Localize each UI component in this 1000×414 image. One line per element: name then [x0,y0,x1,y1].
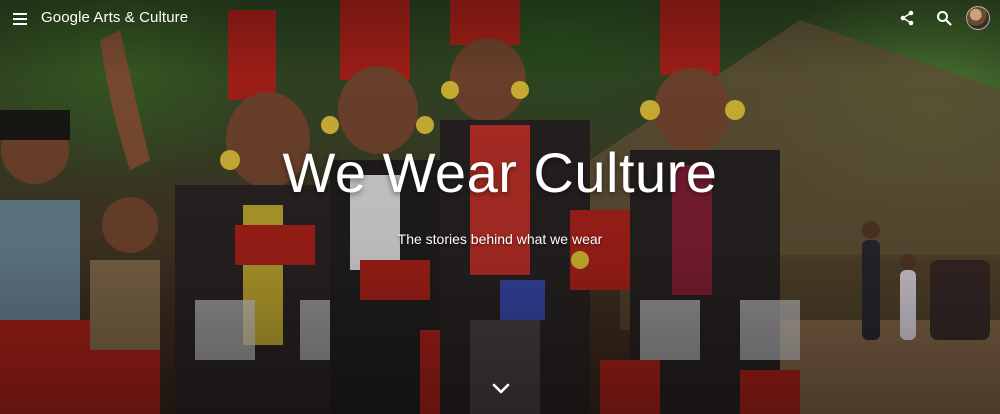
hero-overlay [0,0,1000,414]
chevron-down-icon[interactable] [490,378,512,400]
menu-icon[interactable] [10,9,30,29]
hero-image [0,0,1000,414]
share-icon[interactable] [896,7,918,29]
page-subtitle: The stories behind what we wear [397,231,603,247]
site-logo[interactable]: Google Arts & Culture [41,9,188,26]
top-app-bar: Google Arts & Culture [0,0,1000,38]
avatar[interactable] [966,6,990,30]
page-title: We Wear Culture [282,141,718,204]
search-icon[interactable] [933,7,955,29]
